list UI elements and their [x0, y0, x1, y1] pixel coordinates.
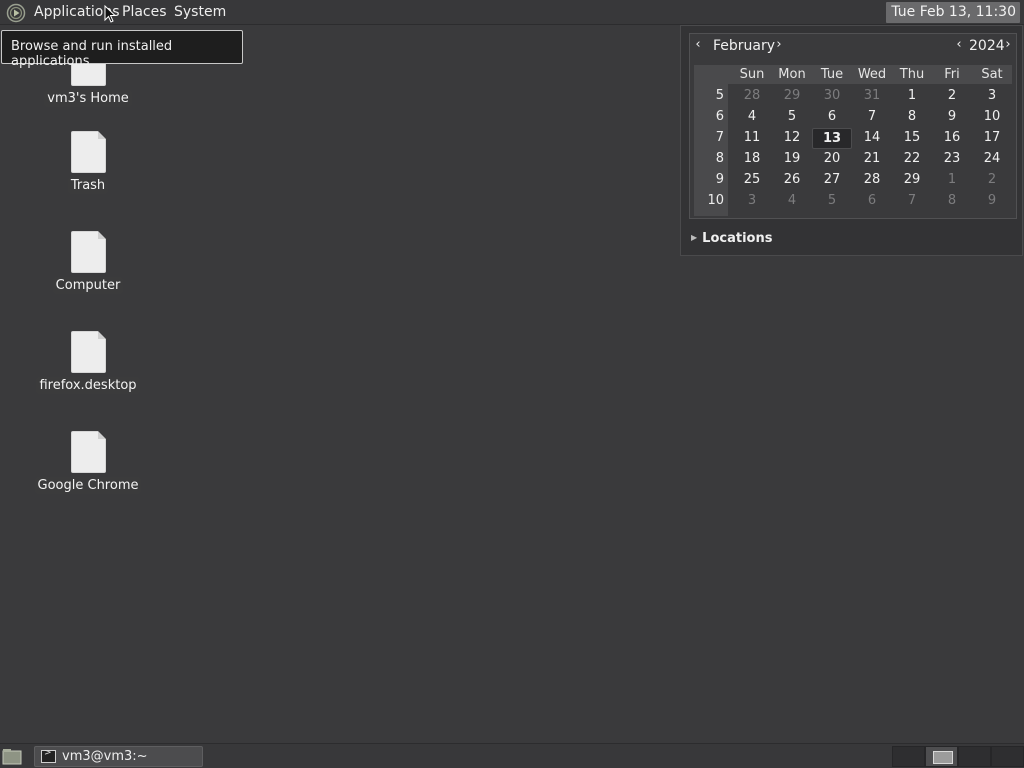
- clock-applet[interactable]: Tue Feb 13, 11:30: [886, 2, 1020, 23]
- calendar-day[interactable]: 19: [772, 149, 812, 170]
- calendar-day[interactable]: 7: [892, 191, 932, 212]
- desktop-icon-label: Computer: [52, 277, 124, 294]
- computer-file-icon: [70, 231, 106, 273]
- trash-file-icon: [70, 131, 106, 173]
- next-year-icon[interactable]: ›: [1002, 37, 1014, 52]
- calendar-day[interactable]: 5: [812, 191, 852, 212]
- weekday-label: Fri: [944, 67, 960, 82]
- calendar-day[interactable]: 4: [772, 191, 812, 212]
- expander-arrow-icon: ▶: [691, 233, 698, 242]
- workspace-1[interactable]: [892, 746, 925, 767]
- calendar-day[interactable]: 14: [852, 128, 892, 149]
- calendar-day[interactable]: 1: [932, 170, 972, 191]
- calendar-day[interactable]: 6: [852, 191, 892, 212]
- calendar-day[interactable]: 4: [732, 107, 772, 128]
- menu-system[interactable]: System: [174, 4, 226, 20]
- locations-expander[interactable]: ▶ Locations: [691, 231, 772, 246]
- week-number: 5: [715, 88, 724, 103]
- calendar-day[interactable]: 27: [812, 170, 852, 191]
- taskbar-button-label: vm3@vm3:~: [62, 749, 148, 764]
- calendar-popup: ‹ February › ‹ 2024 › Sun Mon Tue Wed Thu Fri…: [680, 25, 1023, 256]
- applications-tooltip: Browse and run installed applications: [1, 30, 243, 69]
- year-label: 2024: [969, 38, 1005, 54]
- week-number: 10: [707, 193, 724, 208]
- bottom-panel: vm3@vm3:~: [0, 743, 1024, 768]
- calendar-day[interactable]: 17: [972, 128, 1012, 149]
- weekday-label: Thu: [899, 67, 925, 82]
- weekday-label: Wed: [857, 67, 887, 82]
- top-panel: Applications Places System Tue Feb 13, 1…: [0, 0, 1024, 25]
- calendar-day[interactable]: 29: [772, 86, 812, 107]
- applications-logo-icon[interactable]: [6, 3, 26, 23]
- prev-year-icon[interactable]: ‹: [953, 37, 965, 52]
- calendar-day[interactable]: 1: [892, 86, 932, 107]
- desktop-icon-computer[interactable]: Computer: [28, 231, 148, 294]
- calendar-day[interactable]: 22: [892, 149, 932, 170]
- taskbar-button-terminal[interactable]: vm3@vm3:~: [34, 746, 203, 767]
- calendar-day[interactable]: 15: [892, 128, 932, 149]
- calendar-day[interactable]: 23: [932, 149, 972, 170]
- week-number: 9: [715, 172, 724, 187]
- desktop-icon-trash[interactable]: Trash: [28, 131, 148, 194]
- desktop-icon-label: firefox.desktop: [36, 377, 140, 394]
- month-label: February: [713, 38, 776, 54]
- calendar-widget: ‹ February › ‹ 2024 › Sun Mon Tue Wed Thu Fri…: [689, 33, 1017, 219]
- calendar-day[interactable]: 2: [932, 86, 972, 107]
- calendar-day[interactable]: 9: [972, 191, 1012, 212]
- calendar-day[interactable]: 5: [772, 107, 812, 128]
- calendar-day[interactable]: 30: [812, 86, 852, 107]
- terminal-icon: [41, 748, 56, 763]
- calendar-day[interactable]: 3: [972, 86, 1012, 107]
- week-number: 7: [715, 130, 724, 145]
- calendar-day[interactable]: 8: [932, 191, 972, 212]
- next-month-icon[interactable]: ›: [773, 37, 785, 52]
- weekday-label: Mon: [778, 67, 806, 82]
- calendar-day[interactable]: 31: [852, 86, 892, 107]
- locations-label: Locations: [702, 231, 773, 246]
- weekday-label: Sun: [739, 67, 765, 82]
- calendar-day[interactable]: 2: [972, 170, 1012, 191]
- prev-month-icon[interactable]: ‹: [692, 37, 704, 52]
- calendar-day[interactable]: 7: [852, 107, 892, 128]
- calendar-day[interactable]: 28: [852, 170, 892, 191]
- calendar-day[interactable]: 26: [772, 170, 812, 191]
- desktop-icon-chrome[interactable]: Google Chrome: [28, 431, 148, 494]
- mouse-cursor-icon: [104, 5, 116, 23]
- calendar-day[interactable]: 25: [732, 170, 772, 191]
- workspace-4[interactable]: [991, 746, 1024, 767]
- calendar-day[interactable]: 10: [972, 107, 1012, 128]
- calendar-day[interactable]: 8: [892, 107, 932, 128]
- desktop-icon-label: Google Chrome: [34, 477, 142, 494]
- calendar-day[interactable]: 9: [932, 107, 972, 128]
- calendar-day[interactable]: 12: [772, 128, 812, 149]
- calendar-day[interactable]: 29: [892, 170, 932, 191]
- desktop-icon-label: Trash: [67, 177, 109, 194]
- workspace-3[interactable]: [958, 746, 991, 767]
- calendar-day[interactable]: 18: [732, 149, 772, 170]
- calendar-day[interactable]: 20: [812, 149, 852, 170]
- weekday-label: Tue: [820, 67, 844, 82]
- chrome-file-icon: [70, 431, 106, 473]
- workspace-2[interactable]: [925, 746, 958, 767]
- calendar-day[interactable]: 6: [812, 107, 852, 128]
- calendar-day[interactable]: 11: [732, 128, 772, 149]
- calendar-day[interactable]: 3: [732, 191, 772, 212]
- desktop-icon-firefox[interactable]: firefox.desktop: [28, 331, 148, 394]
- calendar-day-today[interactable]: 13: [812, 128, 852, 149]
- firefox-file-icon: [70, 331, 106, 373]
- menu-places[interactable]: Places: [122, 4, 167, 20]
- week-number: 8: [715, 151, 724, 166]
- week-number: 6: [715, 109, 724, 124]
- calendar-day[interactable]: 21: [852, 149, 892, 170]
- calendar-day[interactable]: 16: [932, 128, 972, 149]
- show-desktop-icon[interactable]: [2, 747, 22, 765]
- calendar-day[interactable]: 24: [972, 149, 1012, 170]
- weekday-label: Sat: [981, 67, 1003, 82]
- workspace-window-thumbnail: [933, 751, 953, 764]
- calendar-day[interactable]: 28: [732, 86, 772, 107]
- desktop-icon-label: vm3's Home: [44, 90, 132, 107]
